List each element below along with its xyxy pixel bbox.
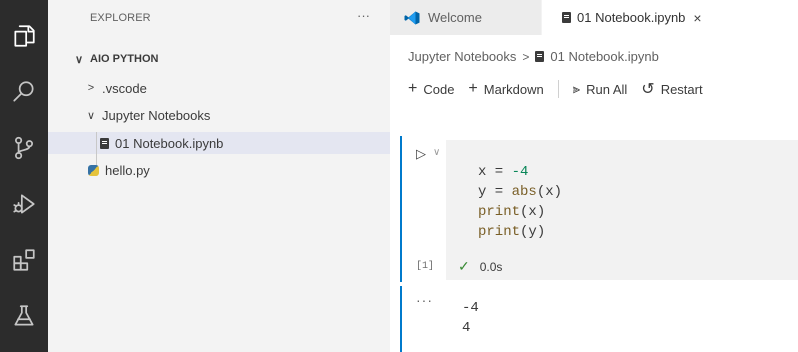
search-icon[interactable] <box>0 68 48 116</box>
tree-item-label: .vscode <box>102 80 147 96</box>
code-line: x = -4 <box>478 164 529 180</box>
run-debug-icon[interactable] <box>0 180 48 228</box>
tab-bar: Welcome 01 Notebook.ipynb × <box>390 0 798 35</box>
execution-count: [1] <box>416 261 435 272</box>
execution-duration: 0.0s <box>479 259 503 274</box>
output-line: -4 <box>462 300 479 316</box>
vscode-logo-icon <box>404 11 420 24</box>
plus-icon: + <box>408 80 418 97</box>
editor-area: Welcome 01 Notebook.ipynb × Jupyter Note… <box>390 0 798 352</box>
add-code-cell-button[interactable]: + Code <box>408 80 454 98</box>
python-file-icon <box>88 164 99 176</box>
tree-item-label: hello.py <box>105 162 150 178</box>
source-control-icon[interactable] <box>0 124 48 172</box>
explorer-icon[interactable] <box>0 12 48 60</box>
output-more-icon[interactable]: ··· <box>416 292 433 308</box>
restart-icon: ↺ <box>641 81 655 98</box>
tab-welcome[interactable]: Welcome <box>390 0 542 35</box>
plus-icon: + <box>468 80 478 97</box>
run-all-button[interactable]: ⫸ Run All <box>573 81 628 97</box>
notebook-file-icon <box>100 137 109 149</box>
restart-button[interactable]: ↺ Restart <box>641 79 702 99</box>
code-cell[interactable]: ▷ ∨ x = -4 y = abs(x) print(x) print(y) … <box>400 136 798 282</box>
tree-item-label: Jupyter Notebooks <box>102 107 211 123</box>
cell-output: -4 4 <box>462 298 479 338</box>
workspace-header[interactable]: ∨ AIO PYTHON <box>48 48 390 70</box>
breadcrumb: Jupyter Notebooks > 01 Notebook.ipynb <box>408 49 659 64</box>
workspace-label: AIO PYTHON <box>90 53 159 65</box>
run-all-label: Run All <box>586 81 628 97</box>
tab-label: Welcome <box>428 10 482 25</box>
tree-item-hello-py[interactable]: hello.py <box>48 159 390 181</box>
breadcrumb-file[interactable]: 01 Notebook.ipynb <box>550 49 658 64</box>
cell-status: ✓ 0.0s <box>458 258 502 275</box>
output-cell: ··· -4 4 <box>400 286 798 352</box>
code-line: print(y) <box>478 224 546 240</box>
tree-item-vscode[interactable]: > .vscode <box>48 77 390 99</box>
code-line: y = abs(x) <box>478 184 563 200</box>
chevron-down-icon[interactable]: ∨ <box>433 147 440 158</box>
chevron-down-icon: ∨ <box>86 109 96 122</box>
add-markdown-label: Markdown <box>483 81 544 97</box>
tree-item-notebook[interactable]: 01 Notebook.ipynb <box>48 132 390 154</box>
check-icon: ✓ <box>458 258 470 274</box>
tab-label: 01 Notebook.ipynb <box>577 10 686 25</box>
run-all-icon: ⫸ <box>572 81 581 96</box>
run-cell-icon[interactable]: ▷ <box>416 146 426 162</box>
output-line: 4 <box>462 320 471 336</box>
add-code-label: Code <box>423 81 455 97</box>
more-actions-icon[interactable]: ··· <box>357 8 370 23</box>
explorer-sidebar: EXPLORER ··· ∨ AIO PYTHON > .vscode ∨ Ju… <box>48 0 390 352</box>
toolbar-divider <box>557 80 559 98</box>
notebook-toolbar: + Code + Markdown ⫸ Run All ↺ Restart <box>408 79 717 99</box>
explorer-title: EXPLORER <box>90 11 151 24</box>
restart-label: Restart <box>660 81 703 97</box>
code-line: print(x) <box>478 204 546 220</box>
breadcrumb-folder[interactable]: Jupyter Notebooks <box>408 49 516 64</box>
tree-item-label: 01 Notebook.ipynb <box>115 135 224 151</box>
notebook-file-icon <box>562 12 571 23</box>
tab-notebook[interactable]: 01 Notebook.ipynb × <box>542 0 798 35</box>
chevron-right-icon: > <box>87 82 95 94</box>
close-icon[interactable]: × <box>693 10 701 26</box>
testing-icon[interactable] <box>0 292 48 340</box>
extensions-icon[interactable] <box>0 236 48 284</box>
code-content: x = -4 y = abs(x) print(x) print(y) <box>478 162 562 242</box>
output-focus-indicator <box>400 286 402 352</box>
cell-focus-indicator <box>400 136 402 282</box>
activity-bar <box>0 0 48 352</box>
add-markdown-cell-button[interactable]: + Markdown <box>468 80 543 98</box>
chevron-down-icon: ∨ <box>74 53 84 66</box>
breadcrumb-separator: > <box>522 49 530 64</box>
notebook-file-icon <box>535 51 545 62</box>
tree-item-jupyter-notebooks[interactable]: ∨ Jupyter Notebooks <box>48 104 390 126</box>
